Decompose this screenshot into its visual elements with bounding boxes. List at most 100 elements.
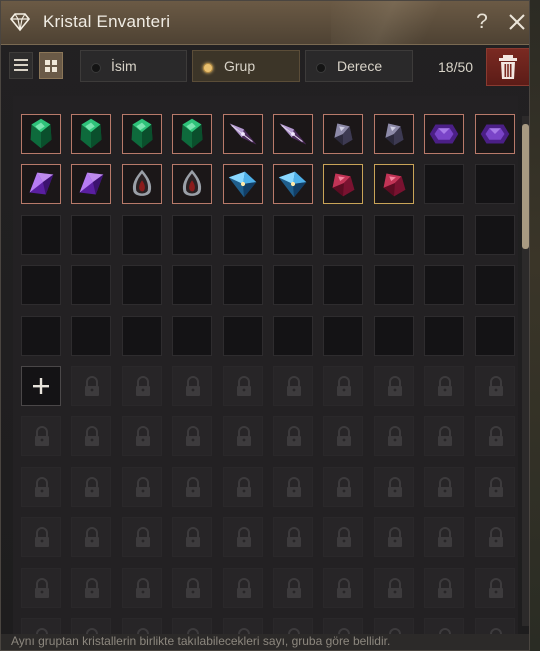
crystal-slot[interactable] [222,164,263,205]
close-icon[interactable] [504,9,530,35]
empty-slot[interactable] [373,214,414,255]
help-button[interactable]: ? [471,9,493,35]
empty-slot[interactable] [424,315,465,356]
crystal-slot[interactable] [323,114,364,154]
crystal-slot[interactable] [121,164,162,205]
lock-icon [387,577,402,598]
lock-icon [438,577,453,598]
empty-slot[interactable] [273,315,313,356]
lock-icon [186,577,201,598]
lock-icon [236,426,251,447]
locked-slot [424,567,465,608]
lock-icon [387,376,402,396]
empty-slot[interactable] [424,164,465,205]
crystal-slot[interactable] [323,164,364,205]
list-view-button[interactable] [9,52,33,79]
red-ruby-crystal-icon [332,173,355,197]
empty-slot[interactable] [424,214,465,255]
crystal-slot[interactable] [71,114,112,154]
lock-icon [135,426,150,447]
empty-slot[interactable] [172,265,213,306]
empty-slot[interactable] [222,265,263,306]
delete-button[interactable] [486,48,529,86]
crystal-slot[interactable] [373,164,414,205]
silver-red-drop-crystal-icon [183,170,202,197]
green-emerald-crystal-icon [80,118,102,149]
lock-icon [438,527,453,548]
empty-slot[interactable] [172,315,213,356]
lock-icon [35,426,49,447]
sort-by-name-button[interactable]: İsim [80,50,187,82]
lock-icon [85,376,100,396]
lock-icon [287,376,301,396]
crystal-slot[interactable] [424,114,465,154]
empty-slot[interactable] [222,214,263,255]
empty-slot[interactable] [273,214,313,255]
radio-indicator [316,63,326,73]
scrollbar[interactable] [522,116,529,626]
empty-slot[interactable] [474,315,515,356]
lock-icon [438,476,453,497]
empty-slot[interactable] [121,315,162,356]
crystal-slot[interactable] [474,114,515,154]
sort-by-group-label: Grup [224,58,256,74]
empty-slot[interactable] [474,265,515,306]
dark-violet-spiked-crystal-icon [279,123,307,145]
crystal-slot[interactable] [172,164,213,205]
crystal-slot[interactable] [21,114,61,154]
locked-slot [222,517,263,558]
lock-icon [287,577,301,598]
empty-slot[interactable] [121,265,162,306]
empty-slot[interactable] [474,214,515,255]
footer-hint: Aynı gruptan kristallerin birlikte takıl… [1,634,529,650]
empty-slot[interactable] [21,315,61,356]
empty-slot[interactable] [121,214,162,255]
locked-slot [373,366,414,406]
crystal-slot[interactable] [273,114,313,154]
empty-slot[interactable] [323,214,364,255]
crystal-slot[interactable] [121,114,162,154]
crystal-slot[interactable] [172,114,213,154]
locked-slot [121,466,162,507]
lock-icon [85,426,100,447]
empty-slot[interactable] [323,265,364,306]
crystal-grid [13,96,518,650]
empty-slot[interactable] [71,315,112,356]
locked-slot [323,517,364,558]
blue-spiked-crystal-icon [228,172,256,198]
empty-slot[interactable] [323,315,364,356]
empty-slot[interactable] [474,164,515,205]
scrollbar-thumb[interactable] [522,124,529,249]
grid-view-button[interactable] [39,52,63,79]
purple-prism-crystal-icon [29,172,54,195]
sort-by-grade-button[interactable]: Derece [305,50,413,82]
empty-slot[interactable] [424,265,465,306]
empty-slot[interactable] [21,265,61,306]
empty-slot[interactable] [373,265,414,306]
locked-slot [121,517,162,558]
empty-slot[interactable] [222,315,263,356]
crystal-slot[interactable] [273,164,313,205]
grid-view-icon [45,60,57,72]
empty-slot[interactable] [172,214,213,255]
lock-icon [287,527,301,548]
empty-slot[interactable] [273,265,313,306]
sort-by-grade-label: Derece [337,58,383,74]
empty-slot[interactable] [71,265,112,306]
diamond-icon [9,13,31,32]
crystal-slot[interactable] [21,164,61,205]
add-slot-button[interactable] [21,366,61,406]
empty-slot[interactable] [373,315,414,356]
locked-slot [474,466,515,507]
locked-slot [71,567,112,608]
empty-slot[interactable] [21,214,61,255]
crystal-slot[interactable] [222,114,263,154]
sort-by-group-button[interactable]: Grup [192,50,300,82]
locked-slot [373,466,414,507]
crystal-slot[interactable] [71,164,112,205]
locked-slot [172,517,213,558]
empty-slot[interactable] [71,214,112,255]
locked-slot [373,567,414,608]
title-bar[interactable]: Kristal Envanteri ? [1,1,529,45]
crystal-slot[interactable] [373,114,414,154]
